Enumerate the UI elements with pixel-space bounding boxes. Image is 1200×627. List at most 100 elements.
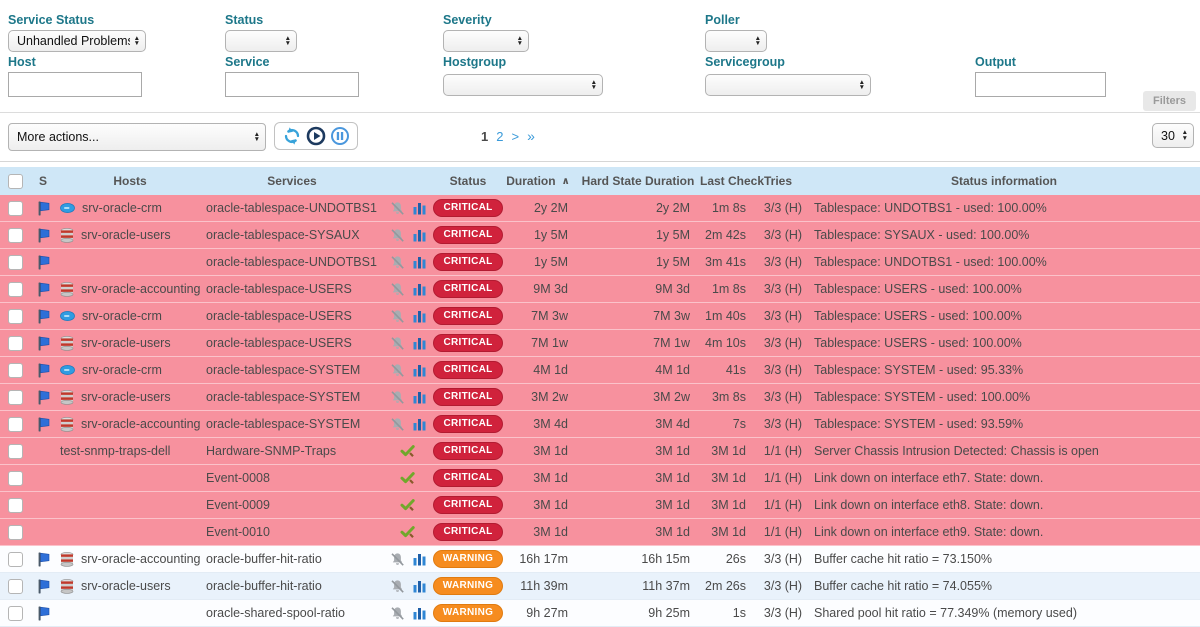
service-name[interactable]: oracle-tablespace-UNDOTBS1 [206, 201, 377, 215]
service-name[interactable]: Event-0010 [206, 525, 270, 539]
service-name[interactable]: oracle-tablespace-SYSTEM [206, 390, 360, 404]
last-check-cell: 3m 41s [700, 255, 758, 269]
host-name[interactable]: srv-oracle-users [81, 228, 171, 242]
play-button[interactable] [306, 126, 326, 146]
graph-icon[interactable] [413, 417, 426, 431]
host-name[interactable]: srv-oracle-crm [82, 363, 162, 377]
graph-icon[interactable] [413, 201, 426, 215]
table-row: Event-0009CRITICAL3M 1d3M 1d3M 1d1/1 (H)… [0, 492, 1200, 519]
host-name[interactable]: srv-oracle-users [81, 579, 171, 593]
host-name[interactable]: srv-oracle-crm [82, 309, 162, 323]
service-icons-cell [380, 498, 436, 512]
service-name[interactable]: oracle-tablespace-SYSTEM [206, 363, 360, 377]
more-actions-select[interactable]: More actions... ▲▼ [8, 123, 266, 151]
status-select[interactable]: ▲▼ [225, 30, 297, 52]
row-checkbox[interactable] [8, 579, 23, 594]
row-checkbox[interactable] [8, 471, 23, 486]
col-status[interactable]: Status [436, 174, 500, 188]
service-status-select[interactable]: Unhandled Problems ▲▼ [8, 30, 146, 52]
col-status-information[interactable]: Status information [808, 174, 1200, 188]
col-services[interactable]: Services [204, 174, 380, 188]
service-name[interactable]: oracle-tablespace-USERS [206, 309, 352, 323]
table-row: oracle-shared-spool-ratioWARNING9h 27m9h… [0, 600, 1200, 627]
host-name[interactable]: srv-oracle-crm [82, 201, 162, 215]
row-checkbox[interactable] [8, 201, 23, 216]
status-badge: CRITICAL [433, 226, 502, 244]
service-name[interactable]: oracle-buffer-hit-ratio [206, 579, 322, 593]
row-checkbox[interactable] [8, 552, 23, 567]
service-name[interactable]: oracle-tablespace-USERS [206, 336, 352, 350]
tries-cell: 3/3 (H) [758, 336, 808, 350]
notifications-disabled-icon [390, 552, 405, 567]
page-1[interactable]: 1 [481, 129, 488, 144]
page-last[interactable]: » [527, 128, 535, 144]
page-size-select[interactable]: 30 ▲▼ [1152, 123, 1194, 148]
service-name[interactable]: oracle-tablespace-USERS [206, 282, 352, 296]
service-name[interactable]: oracle-shared-spool-ratio [206, 606, 345, 620]
col-hosts[interactable]: Hosts [56, 174, 204, 188]
tries-cell: 3/3 (H) [758, 282, 808, 296]
col-duration[interactable]: Duration ∧ [500, 174, 576, 188]
service-name[interactable]: Hardware-SNMP-Traps [206, 444, 336, 458]
last-check-cell: 41s [700, 363, 758, 377]
refresh-icon [282, 126, 302, 146]
service-name[interactable]: Event-0009 [206, 498, 270, 512]
host-name[interactable]: srv-oracle-accounting [81, 552, 201, 566]
row-checkbox[interactable] [8, 363, 23, 378]
host-input[interactable] [8, 72, 142, 97]
row-checkbox[interactable] [8, 417, 23, 432]
poller-select[interactable]: ▲▼ [705, 30, 767, 52]
service-name[interactable]: oracle-buffer-hit-ratio [206, 552, 322, 566]
graph-icon[interactable] [413, 255, 426, 269]
refresh-button[interactable] [282, 126, 302, 146]
graph-icon[interactable] [413, 336, 426, 350]
graph-icon[interactable] [413, 606, 426, 620]
service-name[interactable]: oracle-tablespace-SYSAUX [206, 228, 360, 242]
monitoring-controls [274, 122, 358, 150]
notifications-disabled-icon [390, 336, 405, 351]
row-checkbox[interactable] [8, 606, 23, 621]
graph-icon[interactable] [413, 228, 426, 242]
filters-button[interactable]: Filters [1143, 91, 1196, 111]
col-hard-state-duration[interactable]: Hard State Duration [576, 174, 700, 188]
host-name[interactable]: test-snmp-traps-dell [60, 444, 170, 458]
service-name[interactable]: Event-0008 [206, 471, 270, 485]
service-name[interactable]: oracle-tablespace-UNDOTBS1 [206, 255, 377, 269]
service-input[interactable] [225, 72, 359, 97]
graph-icon[interactable] [413, 390, 426, 404]
select-all-checkbox[interactable] [8, 174, 23, 189]
output-input[interactable] [975, 72, 1106, 97]
servicegroup-select[interactable]: ▲▼ [705, 74, 871, 96]
page-next[interactable]: > [511, 129, 519, 144]
host-name[interactable]: srv-oracle-users [81, 336, 171, 350]
graph-icon[interactable] [413, 363, 426, 377]
graph-icon[interactable] [413, 282, 426, 296]
pause-button[interactable] [330, 126, 350, 146]
graph-icon[interactable] [413, 579, 426, 593]
host-name[interactable]: srv-oracle-accounting [81, 417, 201, 431]
hard-state-duration-cell: 9M 3d [576, 282, 700, 296]
row-checkbox[interactable] [8, 525, 23, 540]
severity-select[interactable]: ▲▼ [443, 30, 529, 52]
col-last-check[interactable]: Last Check [700, 174, 758, 188]
row-checkbox[interactable] [8, 336, 23, 351]
graph-icon[interactable] [413, 552, 426, 566]
host-name[interactable]: srv-oracle-accounting [81, 282, 201, 296]
graph-icon[interactable] [413, 309, 426, 323]
service-icons-cell [380, 201, 436, 216]
row-checkbox[interactable] [8, 309, 23, 324]
status-cell: CRITICAL [436, 280, 500, 298]
row-checkbox[interactable] [8, 255, 23, 270]
page-2[interactable]: 2 [496, 129, 503, 144]
service-name[interactable]: oracle-tablespace-SYSTEM [206, 417, 360, 431]
row-checkbox[interactable] [8, 498, 23, 513]
hostgroup-select[interactable]: ▲▼ [443, 74, 603, 96]
flag-icon [37, 552, 50, 567]
row-checkbox[interactable] [8, 444, 23, 459]
col-tries[interactable]: Tries [758, 174, 808, 188]
host-name[interactable]: srv-oracle-users [81, 390, 171, 404]
row-checkbox[interactable] [8, 282, 23, 297]
service-cell: oracle-tablespace-SYSTEM [204, 363, 380, 377]
row-checkbox[interactable] [8, 390, 23, 405]
row-checkbox[interactable] [8, 228, 23, 243]
